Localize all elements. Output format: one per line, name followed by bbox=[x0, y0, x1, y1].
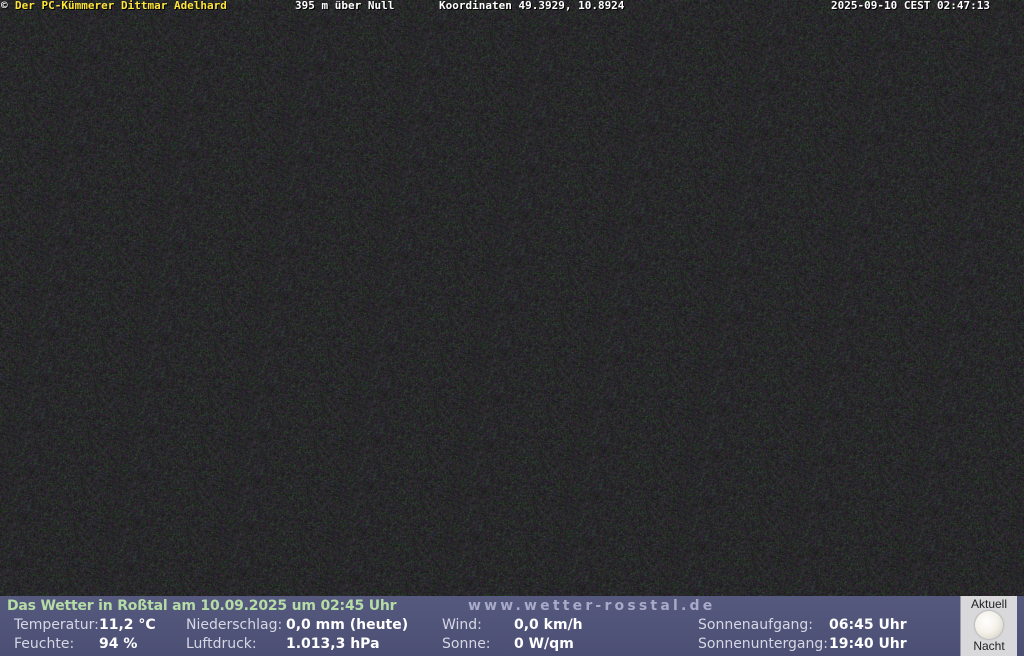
webcam-frame: © Der PC-Kümmerer Dittmar Adelhard 395 m… bbox=[0, 0, 1024, 656]
precipitation-label: Niederschlag: bbox=[186, 617, 283, 633]
pressure-value: 1.013,3 hPa bbox=[286, 636, 380, 652]
overlay-timestamp: 2025-09-10 CEST 02:47:13 bbox=[831, 0, 990, 12]
weather-headline: Das Wetter in Roßtal am 10.09.2025 um 02… bbox=[7, 598, 397, 614]
overlay-owner: Der PC-Kümmerer Dittmar Adelhard bbox=[15, 0, 227, 12]
sunrise-value: 06:45 Uhr bbox=[829, 617, 907, 633]
webcam-overlay-bar: © Der PC-Kümmerer Dittmar Adelhard 395 m… bbox=[0, 0, 1024, 12]
wind-label: Wind: bbox=[442, 617, 482, 633]
sunrise-label: Sonnenaufgang: bbox=[698, 617, 814, 633]
humidity-label: Feuchte: bbox=[14, 636, 75, 652]
sun-value: 0 W/qm bbox=[514, 636, 574, 652]
temperature-value: 11,2 °C bbox=[99, 617, 156, 633]
moon-current-label: Aktuell bbox=[970, 597, 1008, 611]
overlay-coordinates: Koordinaten 49.3929, 10.8924 bbox=[439, 0, 625, 12]
sun-label: Sonne: bbox=[442, 636, 491, 652]
webcam-night-image bbox=[0, 0, 1024, 596]
sunset-value: 19:40 Uhr bbox=[829, 636, 907, 652]
moon-phase-box: Aktuell Nacht bbox=[960, 596, 1017, 656]
moon-night-label: Nacht bbox=[973, 639, 1005, 653]
copyright-symbol: © bbox=[1, 0, 8, 12]
temperature-label: Temperatur: bbox=[14, 617, 99, 633]
humidity-value: 94 % bbox=[99, 636, 138, 652]
weather-panel: Das Wetter in Roßtal am 10.09.2025 um 02… bbox=[0, 596, 1024, 656]
precipitation-value: 0,0 mm (heute) bbox=[286, 617, 409, 633]
pressure-label: Luftdruck: bbox=[186, 636, 257, 652]
wind-value: 0,0 km/h bbox=[514, 617, 583, 633]
moon-icon bbox=[975, 611, 1003, 639]
overlay-altitude: 395 m über Null bbox=[295, 0, 395, 12]
website-link[interactable]: www.wetter-rosstal.de bbox=[468, 598, 715, 614]
sunset-label: Sonnenuntergang: bbox=[698, 636, 828, 652]
